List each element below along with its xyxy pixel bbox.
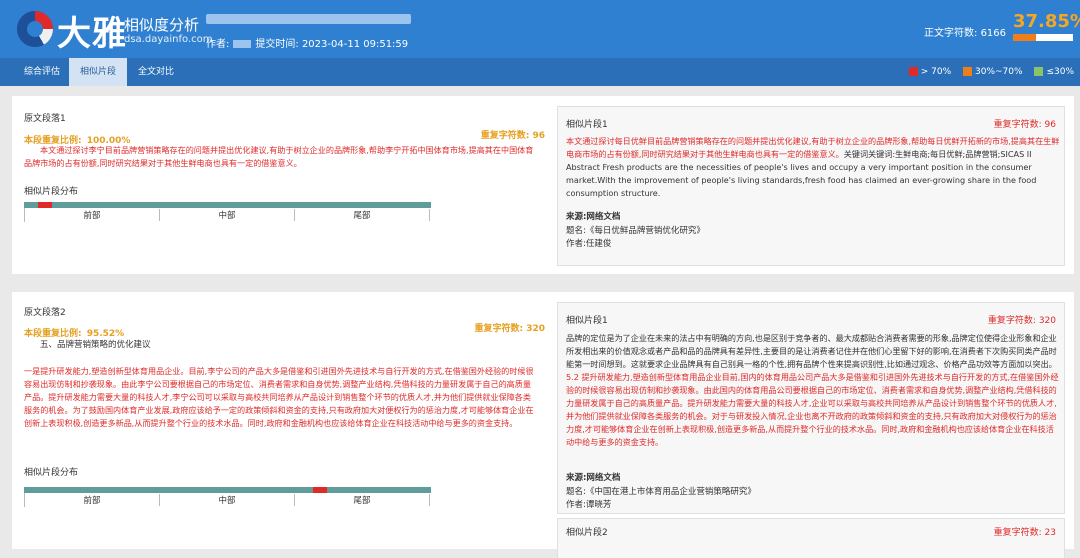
dup-count: 重复字符数: 320 [474, 324, 545, 334]
match-title: 相似片段2 [566, 528, 608, 538]
dist-label-front: 前部 [25, 209, 160, 221]
match-card-2-1[interactable]: 相似片段1 重复字符数: 320 品牌的定位是为了企业在未来的法占中有明确的方向… [557, 302, 1065, 514]
word-count-label: 正文字符数: [924, 28, 978, 39]
match-source: 来源:网络文档 题名:《中国在港上市体育用品企业营销策略研究》 作者:谭晓芳 [566, 473, 756, 511]
app-header: 大雅 相似度分析 dsa.dayainfo.com 作者: 提交时间: 2023-… [0, 0, 1080, 58]
author-redacted [233, 40, 252, 48]
brand-url: dsa.dayainfo.com [124, 34, 213, 45]
author-label: 作者: [206, 39, 230, 50]
match-dup-count: 重复字符数: 23 [993, 528, 1056, 538]
match-doc-name[interactable]: 《每日优鲜品牌营销优化研究》 [586, 226, 705, 236]
match-dup-count: 重复字符数: 320 [987, 316, 1056, 326]
match-text: 本文通过探讨每日优鲜目前品牌营销策略存在的问题并提出优化建议,有助于树立企业的品… [566, 135, 1060, 200]
document-meta: 作者: 提交时间: 2023-04-11 09:51:59 [206, 35, 408, 50]
legend-green-swatch [1034, 67, 1044, 76]
legend-orange-swatch [963, 67, 973, 76]
paragraph-heading: 五、品牌营销策略的优化建议 [40, 340, 151, 350]
dup-count: 重复字符数: 96 [480, 131, 545, 141]
distribution-chart: 前部 中部 尾部 [24, 482, 431, 507]
match-doc-name[interactable]: 《中国在港上市体育用品企业营销策略研究》 [586, 487, 756, 497]
distribution-title: 相似片段分布 [24, 468, 79, 478]
tab-overall-evaluation[interactable]: 综合评估 [13, 58, 71, 86]
distribution-chart: 前部 中部 尾部 [24, 197, 431, 222]
dist-label-middle: 中部 [160, 494, 295, 506]
tab-bar: 综合评估 相似片段 全文对比 > 70% 30%~70% ≤30% [0, 58, 1080, 86]
match-text-plain: 品牌的定位是为了企业在未来的法占中有明确的方向,也是区别于竞争者的、最大成都贴合… [566, 333, 1057, 369]
dist-label-end: 尾部 [295, 494, 430, 506]
document-title-redacted [206, 14, 411, 24]
dist-label-front: 前部 [25, 494, 160, 506]
segment-panel-2: 原文段落2 本段重复比例: 95.52% 重复字符数: 320 五、品牌营销策略… [12, 292, 1074, 558]
similarity-bar [1013, 34, 1073, 41]
match-title: 相似片段1 [566, 316, 608, 326]
match-source: 来源:网络文档 题名:《每日优鲜品牌营销优化研究》 作者:任建俊 [566, 212, 705, 250]
paragraph-title: 原文段落1 [24, 114, 66, 124]
logo-text: 大雅 [57, 14, 127, 54]
legend-red-swatch [908, 67, 918, 76]
match-card-1-1[interactable]: 相似片段1 重复字符数: 96 本文通过探讨每日优鲜目前品牌营销策略存在的问题并… [557, 106, 1065, 266]
similarity-bar-fill [1013, 34, 1036, 41]
legend-high: > 70% [920, 67, 952, 77]
similarity-percentage: 37.85% [1013, 11, 1080, 32]
dist-label-end: 尾部 [295, 209, 430, 221]
legend-low: ≤30% [1046, 67, 1074, 77]
brand-title: 相似度分析 [124, 16, 200, 34]
logo-icon [17, 11, 53, 47]
submit-label: 提交时间: [255, 39, 299, 50]
tab-full-text-compare[interactable]: 全文对比 [127, 58, 185, 86]
legend-mid: 30%~70% [975, 67, 1023, 77]
word-count-value: 6166 [980, 28, 1007, 39]
paragraph-text: 一是提升研发能力,塑造创新型体育用品企业。目前,李宁公司的产品大多是借鉴和引进国… [24, 366, 534, 428]
distribution-title: 相似片段分布 [24, 187, 79, 197]
tab-similar-fragments[interactable]: 相似片段 [69, 58, 128, 86]
match-dup-count: 重复字符数: 96 [993, 120, 1056, 130]
match-text: 品牌的定位是为了企业在未来的法占中有明确的方向,也是区别于竞争者的、最大成都贴合… [566, 332, 1060, 448]
match-card-2-2[interactable]: 相似片段2 重复字符数: 23 [557, 518, 1065, 558]
segment-panel-1: 原文段落1 本段重复比例: 100.00% 重复字符数: 96 本文通过探讨李宁… [12, 96, 1074, 274]
submit-time: 2023-04-11 09:51:59 [301, 39, 409, 50]
paragraph-text: 本文通过探讨李宁目前品牌营销策略存在的问题并提出优化建议,有助于树立企业的品牌形… [24, 145, 534, 168]
match-title: 相似片段1 [566, 120, 608, 130]
paragraph-title: 原文段落2 [24, 308, 66, 318]
color-legend: > 70% 30%~70% ≤30% [900, 58, 1074, 86]
match-text-red: 5.2 提升研发能力,塑造创新型体育用品企业目前,国内的体育用品公司产品大多是借… [566, 371, 1059, 447]
dist-label-middle: 中部 [160, 209, 295, 221]
word-count: 正文字符数: 6166 [924, 24, 1006, 39]
